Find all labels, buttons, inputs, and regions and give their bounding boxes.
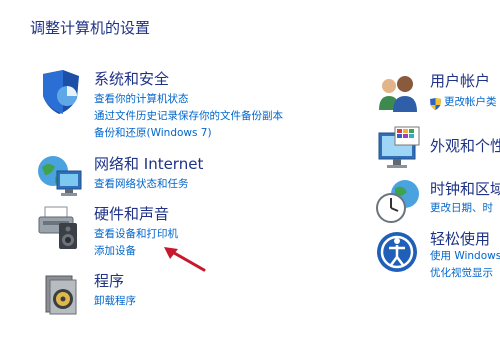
category-title-appearance[interactable]: 外观和个性 bbox=[430, 135, 500, 156]
category-title-network-internet[interactable]: 网络和 Internet bbox=[94, 153, 203, 174]
appearance-icon[interactable] bbox=[375, 125, 423, 173]
link-change-date-time[interactable]: 更改日期、时 bbox=[430, 200, 493, 215]
network-globe-icon[interactable] bbox=[37, 153, 85, 201]
programs-icon[interactable] bbox=[40, 270, 88, 318]
ease-of-access-icon[interactable] bbox=[375, 228, 423, 276]
category-title-clock-region[interactable]: 时钟和区域 bbox=[430, 178, 500, 199]
category-title-ease-of-access[interactable]: 轻松使用 bbox=[430, 228, 490, 249]
link-optimize-visual[interactable]: 优化视觉显示 bbox=[430, 265, 493, 280]
link-view-network-status[interactable]: 查看网络状态和任务 bbox=[94, 176, 189, 191]
link-file-history-backup[interactable]: 通过文件历史记录保存你的文件备份副本 bbox=[94, 108, 283, 123]
link-backup-restore[interactable]: 备份和还原(Windows 7) bbox=[94, 125, 212, 140]
uac-shield-icon bbox=[430, 95, 441, 110]
printer-speaker-icon[interactable] bbox=[37, 203, 85, 251]
category-network-internet: 网络和 Internet 查看网络状态和任务 bbox=[37, 153, 237, 198]
link-uninstall-program[interactable]: 卸载程序 bbox=[94, 293, 136, 308]
category-programs: 程序 卸载程序 bbox=[40, 270, 240, 318]
category-ease-of-access: 轻松使用 使用 Windows 优化视觉显示 bbox=[375, 228, 500, 280]
category-title-system-security[interactable]: 系统和安全 bbox=[94, 68, 169, 89]
link-devices-printers[interactable]: 查看设备和打印机 bbox=[94, 226, 178, 241]
link-add-device[interactable]: 添加设备 bbox=[94, 243, 136, 258]
category-user-accounts: 用户帐户 更改帐户类 bbox=[375, 70, 500, 115]
category-system-security: 系统和安全 查看你的计算机状态 通过文件历史记录保存你的文件备份副本 备份和还原… bbox=[37, 68, 317, 140]
red-arrow-icon bbox=[160, 243, 210, 275]
shield-icon[interactable] bbox=[37, 68, 85, 116]
link-use-windows[interactable]: 使用 Windows bbox=[430, 248, 500, 263]
link-change-account-type[interactable]: 更改帐户类 bbox=[444, 94, 497, 109]
clock-globe-icon[interactable] bbox=[375, 178, 423, 226]
page-title: 调整计算机的设置 bbox=[30, 19, 151, 37]
users-icon[interactable] bbox=[375, 70, 423, 118]
link-view-computer-status[interactable]: 查看你的计算机状态 bbox=[94, 91, 189, 106]
category-title-programs[interactable]: 程序 bbox=[94, 270, 124, 291]
category-appearance: 外观和个性 bbox=[375, 125, 500, 170]
category-clock-region: 时钟和区域 更改日期、时 bbox=[375, 178, 500, 223]
category-title-user-accounts[interactable]: 用户帐户 bbox=[430, 70, 490, 91]
category-title-hardware-sound[interactable]: 硬件和声音 bbox=[94, 203, 169, 224]
